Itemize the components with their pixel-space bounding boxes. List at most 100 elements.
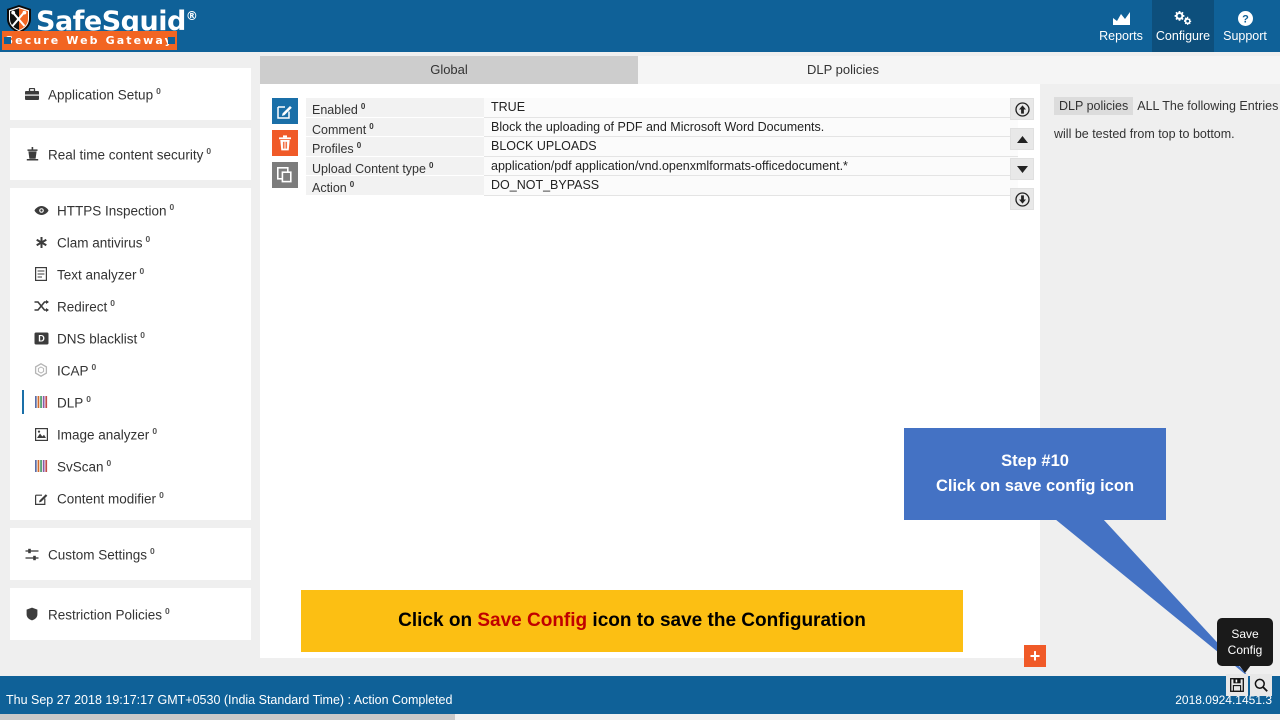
sidebar-group-restriction: Restriction Policies 0 xyxy=(10,588,251,640)
sidebar-group-modules: HTTPS Inspection 0 Clam antivirus 0 Text a… xyxy=(10,188,251,520)
sidebar-item-restriction-policies[interactable]: Restriction Policies 0 xyxy=(10,594,251,634)
save-config-tooltip: Save Config xyxy=(1217,618,1273,673)
save-config-button[interactable] xyxy=(1226,674,1248,696)
add-entry-button[interactable]: + xyxy=(1024,645,1046,667)
sidebar-item-label: Content modifier 0 xyxy=(57,489,164,507)
move-to-top-button[interactable] xyxy=(1010,98,1034,120)
sidebar-item-icap[interactable]: ICAP 0 xyxy=(10,354,251,386)
circle-arrow-down-icon xyxy=(1014,191,1030,207)
sidebar-item-label: Real time content security 0 xyxy=(48,145,212,163)
triangle-down-icon xyxy=(1016,165,1029,174)
policy-note-line-2: will be tested from top to bottom. xyxy=(1054,127,1235,141)
sidebar-group-realtime: Real time content security 0 xyxy=(10,128,251,180)
floppy-disk-icon xyxy=(1230,678,1244,692)
app-header: SafeSquid® Secure Web Gateway Reports Co… xyxy=(0,0,1280,52)
search-button[interactable] xyxy=(1250,674,1272,696)
move-to-bottom-button[interactable] xyxy=(1010,188,1034,210)
banner-highlight: Save Config xyxy=(477,610,588,631)
horizontal-scrollbar[interactable] xyxy=(0,714,1280,720)
instruction-banner: Click on Save Config icon to save the Co… xyxy=(301,590,963,652)
topnav-label: Reports xyxy=(1099,28,1143,43)
topnav-configure[interactable]: Configure xyxy=(1152,0,1214,52)
topnav-reports[interactable]: Reports xyxy=(1090,0,1152,52)
shield-icon xyxy=(24,607,40,621)
trash-icon xyxy=(278,135,292,151)
sliders-icon xyxy=(24,548,40,561)
tab-global[interactable]: Global xyxy=(260,56,638,84)
field-label: Enabled 0 xyxy=(306,98,484,118)
sidebar-item-real-time-content-security[interactable]: Real time content security 0 xyxy=(10,134,251,174)
field-label: Action 0 xyxy=(306,176,484,196)
field-value-profiles[interactable]: BLOCK UPLOADS xyxy=(484,137,1018,157)
tooltip-line-2: Config xyxy=(1227,643,1263,657)
document-text-icon xyxy=(33,267,49,281)
field-row: Comment 0 Block the uploading of PDF and … xyxy=(306,117,1018,137)
sidebar-item-label: SvScan 0 xyxy=(57,457,112,475)
sidebar: Application Setup 0 Real time content sec… xyxy=(10,68,251,640)
magnifier-icon xyxy=(1254,678,1268,692)
policy-note-rest: ALL The following Entries xyxy=(1137,99,1279,113)
tab-bar: Global DLP policies xyxy=(260,56,1280,84)
briefcase-icon xyxy=(24,87,40,101)
eye-icon xyxy=(33,205,49,216)
status-message: Thu Sep 27 2018 19:17:17 GMT+0530 (India… xyxy=(6,693,453,707)
row-action-buttons xyxy=(272,98,298,188)
field-label: Profiles 0 xyxy=(306,137,484,157)
tab-dlp-policies[interactable]: DLP policies xyxy=(638,56,1048,84)
sidebar-item-label: Image analyzer 0 xyxy=(57,425,158,443)
sidebar-item-https-inspection[interactable]: HTTPS Inspection 0 xyxy=(10,194,251,226)
policy-note-tag: DLP policies xyxy=(1054,97,1134,115)
edit-entry-button[interactable] xyxy=(272,98,298,124)
sidebar-item-redirect[interactable]: Redirect 0 xyxy=(10,290,251,322)
edit-square-icon xyxy=(277,103,293,119)
sidebar-item-content-modifier[interactable]: Content modifier 0 xyxy=(10,482,251,514)
sidebar-item-custom-settings[interactable]: Custom Settings 0 xyxy=(10,534,251,574)
sidebar-item-dns-blacklist[interactable]: D DNS blacklist 0 xyxy=(10,322,251,354)
topnav-label: Support xyxy=(1223,28,1267,43)
svg-text:?: ? xyxy=(1242,13,1249,25)
sidebar-item-application-setup[interactable]: Application Setup 0 xyxy=(10,74,251,114)
field-value-action[interactable]: DO_NOT_BYPASS xyxy=(484,176,1018,196)
field-value-upload-content-type[interactable]: application/pdf application/vnd.openxmlf… xyxy=(484,156,1018,176)
shield-person-icon xyxy=(24,147,40,161)
image-icon xyxy=(33,427,49,441)
chart-icon xyxy=(1112,10,1131,27)
sidebar-item-label: DLP 0 xyxy=(57,393,91,411)
field-row: Profiles 0 BLOCK UPLOADS xyxy=(306,137,1018,157)
field-label: Comment 0 xyxy=(306,117,484,137)
sidebar-item-label: Application Setup 0 xyxy=(48,85,161,103)
sidebar-item-label: DNS blacklist 0 xyxy=(57,329,146,347)
entry-order-controls xyxy=(1010,98,1034,210)
app-root: SafeSquid® Secure Web Gateway Reports Co… xyxy=(0,0,1280,720)
move-down-button[interactable] xyxy=(1010,158,1034,180)
shuffle-icon xyxy=(33,300,49,312)
top-navigation: Reports Configure ? Support xyxy=(1090,0,1276,52)
sidebar-item-image-analyzer[interactable]: Image analyzer 0 xyxy=(10,418,251,450)
sidebar-item-dlp[interactable]: DLP 0 xyxy=(10,386,251,418)
sidebar-item-clam-antivirus[interactable]: Clam antivirus 0 xyxy=(10,226,251,258)
field-value-comment[interactable]: Block the uploading of PDF and Microsoft… xyxy=(484,117,1018,137)
move-up-button[interactable] xyxy=(1010,128,1034,150)
bottom-action-icons xyxy=(1226,674,1272,696)
main-content-panel: Enabled 0 TRUE Comment 0 Block the uploadi… xyxy=(260,84,1040,658)
brand-logo[interactable]: SafeSquid® Secure Web Gateway xyxy=(0,0,260,52)
sidebar-item-svscan[interactable]: SvScan 0 xyxy=(10,450,251,482)
sidebar-item-label: Restriction Policies 0 xyxy=(48,605,170,623)
scrollbar-thumb[interactable] xyxy=(0,714,455,720)
instruction-banner-text: Click on Save Config icon to save the Co… xyxy=(398,610,866,632)
field-row: Enabled 0 TRUE xyxy=(306,98,1018,118)
policy-note-line-1: DLP policies ALL The following Entries xyxy=(1054,92,1280,120)
copy-entry-button[interactable] xyxy=(272,162,298,188)
banner-prefix: Click on xyxy=(398,610,478,631)
plus-icon: + xyxy=(1029,646,1041,666)
field-value-enabled[interactable]: TRUE xyxy=(484,98,1018,118)
bars-icon xyxy=(33,460,49,472)
delete-entry-button[interactable] xyxy=(272,130,298,156)
bars-icon xyxy=(33,396,49,408)
gears-icon xyxy=(1173,10,1193,27)
topnav-support[interactable]: ? Support xyxy=(1214,0,1276,52)
callout-step-label: Step #10 xyxy=(1001,452,1069,470)
circle-arrow-up-icon xyxy=(1014,101,1030,117)
sidebar-item-label: ICAP 0 xyxy=(57,361,97,379)
sidebar-item-text-analyzer[interactable]: Text analyzer 0 xyxy=(10,258,251,290)
